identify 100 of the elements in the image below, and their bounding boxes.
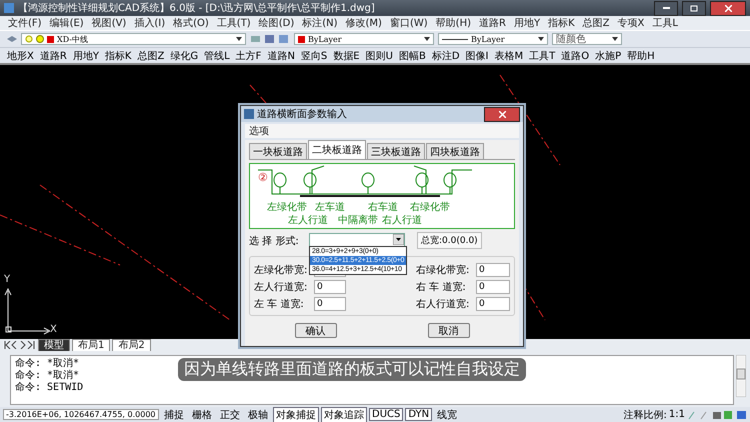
form-label: 选 择 形式: (249, 234, 300, 248)
toolbar-menu-item[interactable]: 地形X (4, 48, 37, 62)
menu-item[interactable]: 文件(F) (4, 16, 46, 30)
toolbar-menu-item[interactable]: 数据E (330, 48, 363, 62)
minimize-icon (662, 7, 670, 9)
layout-tab[interactable]: 布局1 (72, 338, 110, 352)
toolbar-menu-item[interactable]: 道路N (264, 48, 298, 62)
restore-button[interactable] (682, 0, 706, 16)
toolbar-menu-item[interactable]: 用地Y (70, 48, 102, 62)
close-button[interactable] (710, 0, 746, 16)
input-field[interactable]: 0 (476, 297, 510, 311)
dialog-button[interactable]: 取消 (428, 323, 470, 338)
section-label: 右绿化带 (410, 202, 450, 213)
plot-style-dropdown[interactable]: 随颜色 (552, 33, 622, 45)
menu-item[interactable]: 编辑(E) (46, 16, 88, 30)
menu-item[interactable]: 指标K (544, 16, 579, 30)
linetype-dropdown[interactable]: ByLayer (438, 33, 548, 45)
menu-item[interactable]: 插入(I) (130, 16, 170, 30)
status-toggle[interactable]: 对象捕捉 (273, 406, 319, 422)
tab-navigation-icon[interactable] (4, 341, 36, 349)
menu-item[interactable]: 选项 (245, 124, 273, 138)
close-button[interactable] (484, 106, 520, 122)
toolbar-menu-item[interactable]: 工具T (526, 48, 558, 62)
caret-icon (236, 37, 242, 41)
input-field[interactable]: 0 (314, 297, 346, 311)
section-label: 左人行道 (288, 215, 328, 226)
section-label: 中隔离带 (338, 215, 378, 226)
menu-item[interactable]: 总图Z (578, 16, 614, 30)
toolbar-menu-item[interactable]: 标注D (428, 48, 463, 62)
color-swatch-icon (47, 36, 54, 42)
menu-item[interactable]: 窗口(W) (386, 16, 432, 30)
field-label: 左 车 道宽: (254, 298, 305, 311)
toolbar-menu-item[interactable]: 指标K (102, 48, 134, 62)
status-toggle[interactable]: 捕捉 (161, 406, 187, 422)
dialog-button[interactable]: 确认 (294, 323, 336, 338)
toolbar-menu-item[interactable]: 土方F (232, 48, 264, 62)
command-line: 命令: SETWID (15, 382, 84, 394)
toolbar-menu-item[interactable]: 总图Z (134, 48, 168, 62)
color-value: ByLayer (308, 34, 343, 44)
command-line: 命令: *取消* (15, 370, 80, 382)
menu-item[interactable]: 视图(V) (88, 16, 130, 30)
color-swatch-icon (298, 36, 305, 42)
annotation-scale-value[interactable]: 1:1 (668, 409, 685, 420)
dialog-title: 道路横断面参数输入 (257, 108, 348, 121)
dialog-app-icon (244, 109, 254, 119)
menu-item[interactable]: 工具(T) (212, 16, 255, 30)
minimize-button[interactable] (654, 0, 678, 16)
dialog-tab[interactable]: 一块板道路 (249, 143, 307, 159)
menu-item[interactable]: 道路R (475, 16, 510, 30)
toolbar-menu-item[interactable]: 水施P (592, 48, 624, 62)
scrollbar-icon[interactable] (736, 355, 746, 397)
toolbar-menu-item[interactable]: 竖向S (298, 48, 330, 62)
color-dropdown[interactable]: ByLayer (294, 33, 434, 45)
status-toggle[interactable]: 对象追踪 (321, 406, 367, 422)
toolbar-menu-item[interactable]: 道路R (36, 48, 70, 62)
status-toggle[interactable]: 极轴 (245, 406, 271, 422)
dialog-tab[interactable]: 四块板道路 (426, 143, 484, 159)
field-label: 右绿化带宽: (416, 264, 470, 277)
input-field[interactable]: 0 (476, 280, 510, 294)
status-toggle[interactable]: 线宽 (434, 406, 460, 422)
section-number-label: ② (258, 172, 268, 184)
toolbar-menu-item[interactable]: 管线L (201, 48, 233, 62)
layout-tab[interactable]: 布局2 (112, 338, 151, 352)
plot-style-value: 随颜色 (556, 32, 587, 46)
toolbar-menu-item[interactable]: 图则U (362, 48, 396, 62)
toolbar-menu-item[interactable]: 道路O (558, 48, 592, 62)
toolbar-menu-item[interactable]: 帮助H (624, 48, 658, 62)
field-label: 右 车 道宽: (416, 280, 467, 294)
linetype-value: ByLayer (471, 34, 506, 44)
menu-item[interactable]: 修改(M) (342, 16, 386, 30)
status-toggle[interactable]: 栅格 (189, 406, 215, 422)
layout-tab[interactable]: 模型 (38, 338, 70, 352)
menu-item[interactable]: 帮助(H) (432, 16, 475, 30)
menu-item[interactable]: 绘图(D) (254, 16, 298, 30)
dialog-tab[interactable]: 二块板道路 (308, 140, 366, 159)
menu-item[interactable]: 用地Y (510, 16, 544, 30)
status-toggle[interactable]: 正交 (217, 406, 243, 422)
layer-tools-icon[interactable] (250, 34, 290, 44)
status-toggle[interactable]: DUCS (369, 408, 404, 421)
input-field[interactable]: 0 (476, 263, 510, 277)
section-label: 左绿化带 (267, 202, 307, 213)
input-field[interactable]: 0 (314, 280, 346, 294)
layer-icon[interactable] (6, 34, 17, 44)
status-toggle[interactable]: DYN (405, 408, 432, 421)
dialog-tab[interactable]: 三块板道路 (367, 143, 425, 159)
menu-item[interactable]: 工具L (648, 16, 682, 30)
field-label: 右人行道宽: (416, 298, 470, 311)
window-title: 【鸿源控制性详细规划CAD系统】6.0版 - [D:\迅方网\总平制作\总平制作1.dwg] (18, 2, 376, 15)
menu-item[interactable]: 标注(N) (298, 16, 342, 30)
toolbar-menu-item[interactable]: 表格M (491, 48, 526, 62)
layer-dropdown[interactable]: XD-中线 (21, 33, 246, 45)
toolbar-menu-item[interactable]: 图幅B (396, 48, 429, 62)
menu-item[interactable]: 格式(O) (169, 16, 213, 30)
toolbar-menu-item[interactable]: 图像I (462, 48, 492, 62)
caret-icon (424, 37, 430, 41)
section-label: 右人行道 (382, 215, 422, 226)
video-caption: 因为单线转路里面道路的板式可以记性自我设定 (178, 358, 526, 381)
status-tray-icon[interactable] (687, 410, 747, 420)
menu-item[interactable]: 专项X (613, 16, 648, 30)
toolbar-menu-item[interactable]: 绿化G (167, 48, 202, 62)
